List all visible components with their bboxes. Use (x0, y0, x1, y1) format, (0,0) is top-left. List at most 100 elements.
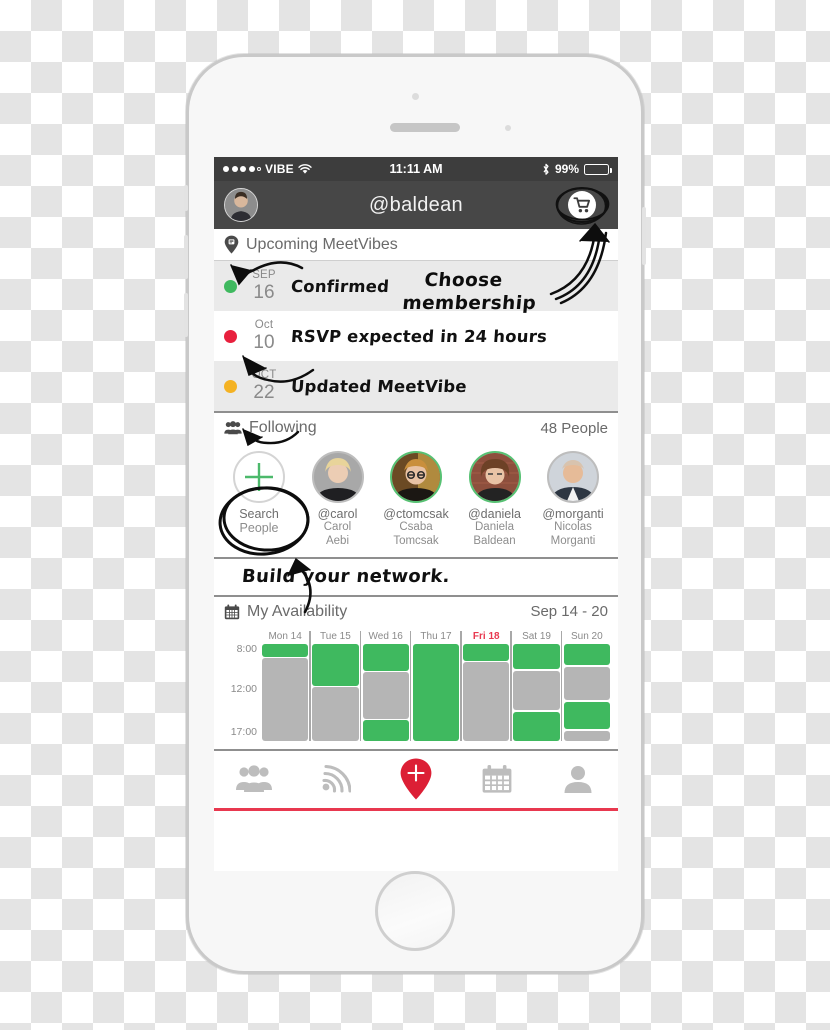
shopping-cart-button[interactable] (555, 185, 610, 225)
availability-segment-free (513, 643, 560, 670)
availability-chart: 8:00 12:00 17:00 Mon 14 Tue 15 Wed 16 Thu 1… (222, 629, 610, 741)
meetvibe-row-3[interactable]: OCT 22 Updated MeetVibe (214, 361, 618, 411)
my-availability-header: My Availability Sep 14 - 20 (214, 596, 618, 627)
availability-segment-free (312, 643, 359, 686)
availability-day-1[interactable]: Mon 14 (262, 629, 309, 741)
meetvibe-date-2: Oct 10 (247, 320, 281, 352)
my-availability-panel: My Availability Sep 14 - 20 8:00 12:00 1… (214, 596, 618, 751)
meetvibe-row-2[interactable]: Oct 10 RSVP expected in 24 hours (214, 311, 618, 361)
following-panel: Following 48 People Search People @carol… (214, 413, 618, 559)
status-badge-updated (224, 379, 237, 393)
availability-segment-free (362, 719, 409, 741)
shopping-cart-icon (568, 191, 596, 219)
list-item-name-2: Morganti (550, 535, 596, 548)
list-item-name-1: Csaba (399, 521, 433, 534)
power-button[interactable] (642, 207, 646, 265)
search-people-button[interactable]: Search People (222, 451, 296, 536)
availability-bar-3 (362, 643, 409, 741)
calendar-icon (482, 765, 512, 794)
silent-switch[interactable] (184, 185, 188, 211)
meetvibe-month-2: Oct (254, 319, 274, 332)
bluetooth-icon (542, 163, 550, 176)
battery-icon (584, 163, 612, 175)
availability-day-label-5: Fri 18 (472, 630, 500, 642)
availability-segment-free (463, 643, 510, 662)
add-location-pin-icon (400, 758, 432, 800)
status-bar-right: 99% (542, 162, 612, 176)
availability-segment-busy (312, 686, 359, 741)
following-count: 48 People (540, 419, 608, 437)
annotation-updated-meetvibe: Updated MeetVibe (290, 376, 468, 396)
list-item-name-2: Aebi (325, 535, 350, 548)
my-availability-title: My Availability (247, 602, 348, 620)
list-item-handle: @carol (317, 507, 358, 521)
search-people-label-1: Search (239, 507, 279, 521)
availability-segment-free (362, 643, 409, 672)
tab-calendar[interactable] (456, 751, 537, 808)
meetvibe-date-1: SEP 16 (247, 270, 281, 302)
meetvibe-month-3: OCT (251, 369, 277, 382)
availability-bar-7 (563, 643, 610, 741)
availability-day-7[interactable]: Sun 20 (560, 629, 610, 741)
availability-day-3[interactable]: Wed 16 (359, 629, 409, 741)
list-item-name-1: Nicolas (554, 521, 592, 534)
list-item-name-1: Carol (323, 521, 352, 534)
list-item[interactable]: @carol Carol Aebi (301, 451, 375, 549)
availability-day-label-7: Sun 20 (570, 630, 603, 642)
availability-day-label-4: Thu 17 (420, 630, 452, 642)
home-button[interactable] (375, 871, 455, 951)
status-badge-confirmed (224, 279, 237, 293)
list-item-name-1: Daniela (475, 521, 514, 534)
phone-device-frame: VIBE 11:11 AM 99% @baldean Upcoming Meet… (184, 54, 646, 974)
avatar (390, 451, 442, 503)
availability-segment-free (262, 643, 309, 657)
availability-day-columns: Mon 14 Tue 15 Wed 16 Thu 17 Fri 18 Sat 19 Sun … (262, 629, 610, 741)
availability-day-label-3: Wed 16 (368, 630, 403, 642)
availability-day-5[interactable]: Fri 18 (460, 629, 510, 741)
battery-percent-label: 99% (554, 162, 579, 176)
annotation-rsvp-expected: RSVP expected in 24 hours (290, 326, 548, 346)
tab-people[interactable] (214, 751, 295, 808)
list-item[interactable]: @ctomcsak Csaba Tomcsak (379, 451, 453, 549)
tab-profile[interactable] (537, 751, 618, 808)
availability-segment-busy (563, 667, 610, 701)
person-profile-icon (564, 766, 592, 794)
meetvibe-day-2: 10 (253, 331, 275, 353)
list-item[interactable]: @daniela Daniela Baldean (458, 451, 532, 549)
avatar (468, 451, 521, 503)
availability-segment-free (563, 702, 610, 730)
carrier-name: VIBE (265, 162, 294, 176)
availability-day-2[interactable]: Tue 15 (309, 629, 359, 741)
avatar[interactable] (224, 188, 258, 222)
volume-up-button[interactable] (184, 235, 188, 279)
calendar-icon (224, 604, 240, 620)
upcoming-meetvibes-header: Upcoming MeetVibes (214, 229, 618, 261)
availability-segment-busy (513, 671, 560, 710)
availability-segment-busy (463, 662, 510, 741)
y-tick-0: 8:00 (236, 642, 257, 655)
availability-segment-busy (362, 672, 409, 719)
meetvibe-day-3: 22 (253, 381, 275, 403)
meetvibe-row-1[interactable]: SEP 16 Confirmed (214, 261, 618, 311)
volume-down-button[interactable] (184, 293, 188, 337)
avatar (547, 451, 599, 503)
availability-date-range: Sep 14 - 20 (530, 603, 608, 621)
y-tick-1: 12:00 (230, 682, 257, 695)
status-bar-left: VIBE (223, 162, 312, 176)
meetvibe-day-1: 16 (253, 281, 275, 303)
phone-screen: VIBE 11:11 AM 99% @baldean Upcoming Meet… (214, 157, 618, 871)
list-item[interactable]: @morganti Nicolas Morganti (536, 451, 610, 549)
status-badge-rsvp (224, 329, 237, 343)
availability-day-4[interactable]: Thu 17 (409, 629, 460, 741)
availability-bar-5 (463, 643, 510, 741)
following-title: Following (249, 419, 317, 436)
availability-day-6[interactable]: Sat 19 (510, 629, 560, 741)
front-camera (411, 93, 419, 100)
meetvibe-date-3: OCT 22 (247, 370, 281, 402)
following-header: Following 48 People (214, 413, 618, 443)
list-item-name-2: Tomcsak (393, 535, 439, 548)
signal-strength-icon (223, 166, 261, 172)
tab-broadcast[interactable] (295, 751, 376, 808)
tab-add-meetvibe[interactable] (376, 751, 457, 808)
status-bar: VIBE 11:11 AM 99% (214, 157, 618, 181)
